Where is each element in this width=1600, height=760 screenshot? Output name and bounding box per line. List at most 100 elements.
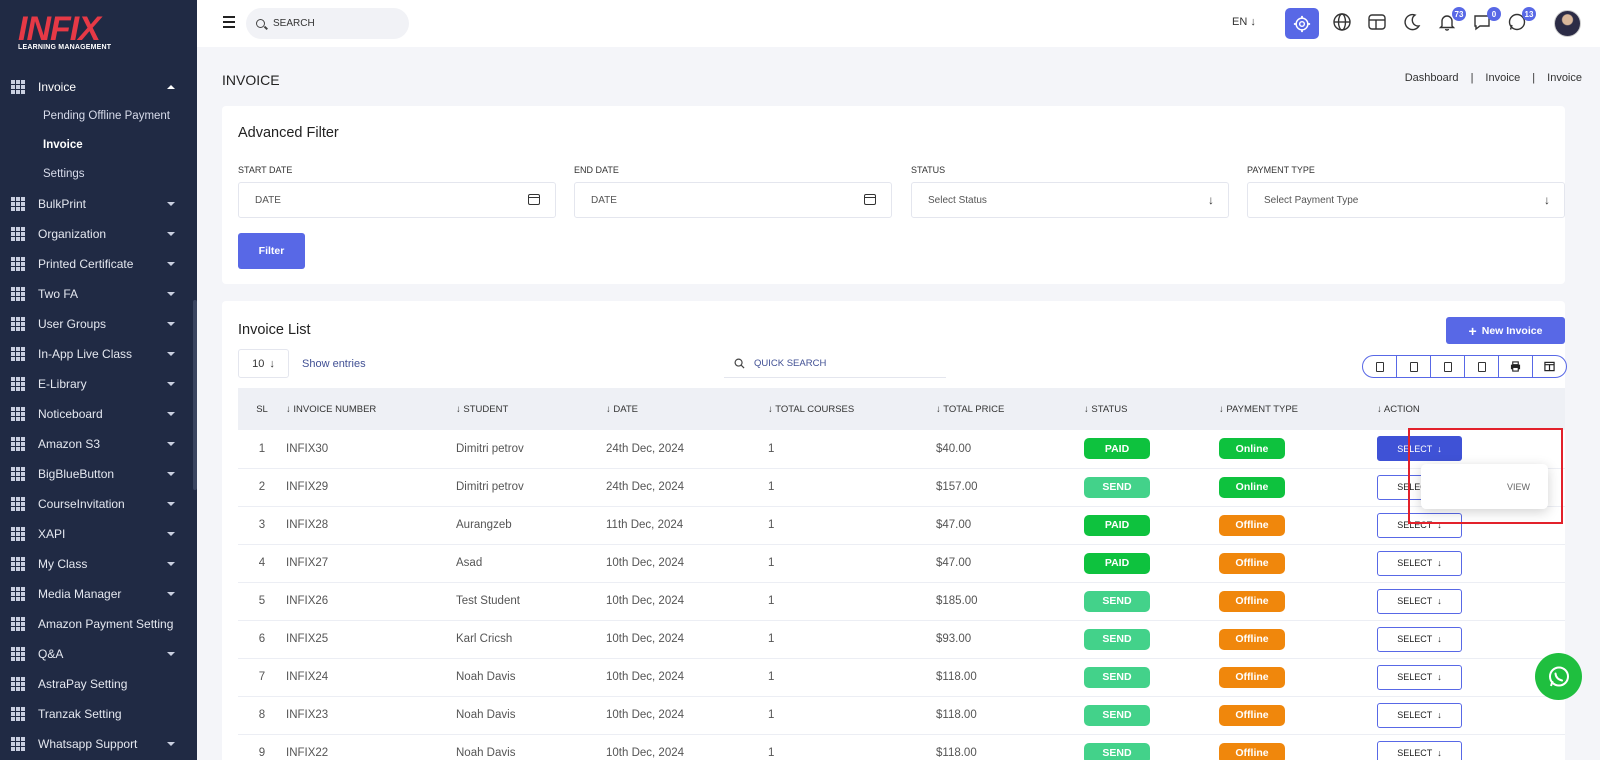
column-visibility-button[interactable]: [1533, 356, 1566, 377]
calendar-icon[interactable]: [864, 194, 876, 205]
sidebar-item[interactable]: Whatsapp Support: [0, 729, 193, 759]
row-sl: 1: [258, 442, 266, 455]
action-select-button[interactable]: SELECT ↓: [1377, 588, 1462, 614]
show-entries-label: Show entries: [302, 358, 366, 370]
status-select[interactable]: Select Status ↓: [911, 182, 1229, 218]
sidebar-item[interactable]: Amazon S3: [0, 429, 193, 459]
filter-button[interactable]: Filter: [238, 233, 305, 269]
total-price: $118.00: [936, 671, 977, 683]
sidebar-item-invoice[interactable]: Invoice: [0, 72, 193, 102]
payment-type-label: PAYMENT TYPE: [1247, 165, 1315, 175]
entries-select[interactable]: 10 ↓: [238, 349, 289, 378]
notification-bell-icon[interactable]: 73: [1437, 7, 1466, 34]
arrow-down-icon: ↓: [1437, 710, 1442, 720]
action-select-label: SELECT: [1397, 596, 1433, 606]
globe-icon[interactable]: [1332, 12, 1354, 34]
column-header[interactable]: ↓ INVOICE NUMBER: [286, 388, 456, 430]
sidebar-item-label: XAPI: [38, 527, 66, 541]
total-price: $157.00: [936, 481, 978, 493]
sidebar-item-label: Amazon S3: [38, 437, 101, 451]
status-badge: SEND: [1084, 590, 1150, 612]
quick-search-input[interactable]: QUICK SEARCH: [724, 349, 946, 378]
column-header[interactable]: ↓ TOTAL PRICE: [936, 388, 1084, 430]
copy-button[interactable]: [1363, 356, 1397, 377]
language-selector[interactable]: EN ↓: [1232, 16, 1256, 28]
column-header-label: STUDENT: [463, 403, 509, 415]
sidebar-item-label: Invoice: [38, 80, 77, 94]
sidebar-item[interactable]: Printed Certificate: [0, 249, 193, 279]
advanced-filter-card: Advanced Filter START DATE DATE END DATE…: [222, 106, 1565, 284]
language-label: EN: [1232, 16, 1248, 28]
sidebar-item[interactable]: BulkPrint: [0, 189, 193, 219]
column-header[interactable]: ↓ DATE: [606, 388, 768, 430]
column-header[interactable]: SL: [238, 388, 286, 430]
column-header-label: DATE: [613, 403, 639, 415]
payment-type-select[interactable]: Select Payment Type ↓: [1247, 182, 1565, 218]
action-select-button[interactable]: SELECT ↓: [1377, 702, 1462, 728]
column-header[interactable]: ↓ PAYMENT TYPE: [1219, 388, 1377, 430]
column-header[interactable]: ↓ TOTAL COURSES: [768, 388, 936, 430]
sidebar-item[interactable]: CourseInvitation: [0, 489, 193, 519]
new-invoice-button[interactable]: + New Invoice: [1446, 317, 1565, 344]
whatsapp-float-button[interactable]: [1535, 653, 1582, 700]
status-badge: SEND: [1084, 704, 1150, 726]
start-date-field[interactable]: DATE: [238, 182, 556, 218]
sidebar-item[interactable]: Organization: [0, 219, 193, 249]
end-date-field[interactable]: DATE: [574, 182, 892, 218]
status-badge: PAID: [1084, 514, 1150, 536]
chat-icon[interactable]: 0: [1472, 7, 1501, 34]
sidebar-item[interactable]: Q&A: [0, 639, 193, 669]
search-input[interactable]: SEARCH: [246, 8, 409, 39]
action-select-button[interactable]: SELECT ↓: [1377, 550, 1462, 576]
payment-type-badge: Offline: [1219, 514, 1285, 536]
sidebar-subitem-settings[interactable]: Settings: [43, 168, 85, 180]
sidebar-item[interactable]: E-Library: [0, 369, 193, 399]
sidebar-item-label: Amazon Payment Setting: [38, 617, 174, 631]
layout-icon[interactable]: [1367, 12, 1389, 34]
print-button[interactable]: [1499, 356, 1533, 377]
sidebar-item[interactable]: Tranzak Setting: [0, 699, 193, 729]
grid-icon: [11, 617, 25, 631]
column-header[interactable]: ↓ STUDENT: [456, 388, 606, 430]
table-row: 8 INFIX23 Noah Davis 10th Dec, 2024 1 $118.00…: [238, 696, 1565, 735]
settings-button[interactable]: [1285, 8, 1319, 39]
action-select-button[interactable]: SELECT ↓: [1377, 626, 1462, 652]
sidebar-item-label: User Groups: [38, 317, 107, 331]
sidebar-item[interactable]: XAPI: [0, 519, 193, 549]
sidebar-item[interactable]: My Class: [0, 549, 193, 579]
total-price: $118.00: [936, 747, 977, 759]
column-header[interactable]: ↓ STATUS: [1084, 388, 1219, 430]
sidebar-item-label: Two FA: [38, 287, 79, 301]
excel-button[interactable]: [1397, 356, 1431, 377]
sidebar-item[interactable]: Noticeboard: [0, 399, 193, 429]
action-select-button[interactable]: SELECT ↓: [1377, 740, 1462, 760]
sidebar-subitem-pending-offline-payment[interactable]: Pending Offline Payment: [43, 110, 170, 122]
invoice-date: 10th Dec, 2024: [606, 633, 685, 645]
sidebar-subitem-invoice[interactable]: Invoice: [43, 139, 83, 151]
calendar-icon[interactable]: [528, 194, 540, 205]
caret-down-icon: [167, 232, 175, 236]
whatsapp-icon[interactable]: 13: [1507, 7, 1536, 34]
sidebar-item[interactable]: In-App Live Class: [0, 339, 193, 369]
sidebar-scrollbar[interactable]: [193, 300, 197, 490]
brand-logo[interactable]: INFIX LEARNING MANAGEMENT: [18, 12, 111, 51]
sidebar-item[interactable]: Amazon Payment Setting: [0, 609, 193, 639]
csv-button[interactable]: [1431, 356, 1465, 377]
total-courses: 1: [768, 481, 775, 493]
action-select-button[interactable]: SELECT ↓: [1377, 664, 1462, 690]
grid-icon: [11, 737, 25, 751]
sidebar-item[interactable]: User Groups: [0, 309, 193, 339]
start-date-placeholder: DATE: [255, 194, 281, 206]
breadcrumb-dashboard[interactable]: Dashboard: [1405, 72, 1459, 84]
sidebar-item[interactable]: Media Manager: [0, 579, 193, 609]
invoice-list-card: Invoice List + New Invoice 10 ↓ Show entri…: [222, 301, 1567, 760]
pdf-button[interactable]: [1465, 356, 1499, 377]
column-header[interactable]: ↓ ACTION: [1377, 388, 1565, 430]
sidebar-item[interactable]: AstraPay Setting: [0, 669, 193, 699]
dark-mode-icon[interactable]: [1402, 12, 1424, 34]
menu-toggle-icon[interactable]: [223, 16, 235, 31]
breadcrumb-invoice[interactable]: Invoice: [1485, 72, 1520, 84]
sidebar-item[interactable]: Two FA: [0, 279, 193, 309]
sidebar-item[interactable]: BigBlueButton: [0, 459, 193, 489]
avatar[interactable]: [1554, 10, 1581, 37]
